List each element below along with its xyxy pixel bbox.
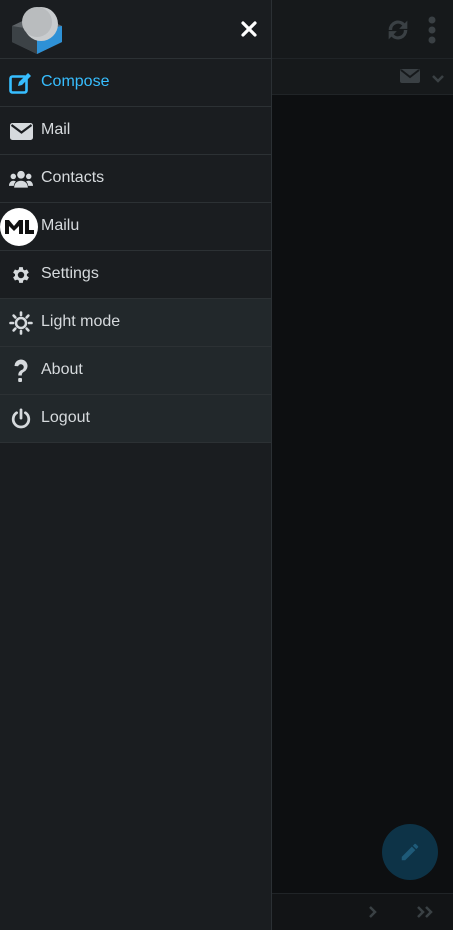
menu-item-light-mode[interactable]: Light mode <box>0 299 271 347</box>
menu-item-about[interactable]: About <box>0 347 271 395</box>
sun-icon <box>9 311 33 335</box>
compose-fab-button[interactable] <box>382 824 438 880</box>
double-chevron-right-icon[interactable] <box>416 905 434 924</box>
bg-footer <box>272 893 453 930</box>
power-icon <box>9 407 33 431</box>
bg-subbar <box>272 59 453 95</box>
menu-item-label: Settings <box>41 265 99 282</box>
close-drawer-button[interactable] <box>236 16 262 42</box>
bg-header <box>272 0 453 59</box>
menu-item-label: Light mode <box>41 313 121 330</box>
envelope-icon[interactable] <box>400 69 420 88</box>
refresh-icon[interactable] <box>384 16 412 49</box>
compose-icon <box>9 71 33 95</box>
menu-item-label: Mailu <box>41 217 80 234</box>
envelope-icon <box>9 119 33 143</box>
navigation-drawer: Compose Mail Contacts Mailu Settings Lig… <box>0 0 272 930</box>
menu-item-label: Compose <box>41 73 110 90</box>
menu-item-label: About <box>41 361 83 378</box>
pencil-icon <box>401 843 419 861</box>
menu-item-logout[interactable]: Logout <box>0 395 271 443</box>
menu-item-label: Contacts <box>41 169 105 186</box>
mailu-logo-icon <box>0 208 38 246</box>
menu-item-settings[interactable]: Settings <box>0 251 271 299</box>
menu-item-label: Mail <box>41 121 71 138</box>
menu-item-mailu[interactable]: Mailu <box>0 203 271 251</box>
users-icon <box>9 167 33 191</box>
drawer-header <box>0 0 271 59</box>
chevron-down-icon[interactable] <box>431 71 445 89</box>
close-icon <box>241 21 257 37</box>
gear-icon <box>9 263 33 287</box>
drawer-menu: Compose Mail Contacts Mailu Settings Lig… <box>0 59 271 443</box>
menu-item-contacts[interactable]: Contacts <box>0 155 271 203</box>
menu-item-compose[interactable]: Compose <box>0 59 271 107</box>
roundcube-logo[interactable] <box>10 4 64 56</box>
menu-item-mail[interactable]: Mail <box>0 107 271 155</box>
menu-item-label: Logout <box>41 409 90 426</box>
chevron-right-icon[interactable] <box>368 905 378 924</box>
more-vertical-icon[interactable] <box>426 16 438 49</box>
question-icon <box>9 359 33 383</box>
